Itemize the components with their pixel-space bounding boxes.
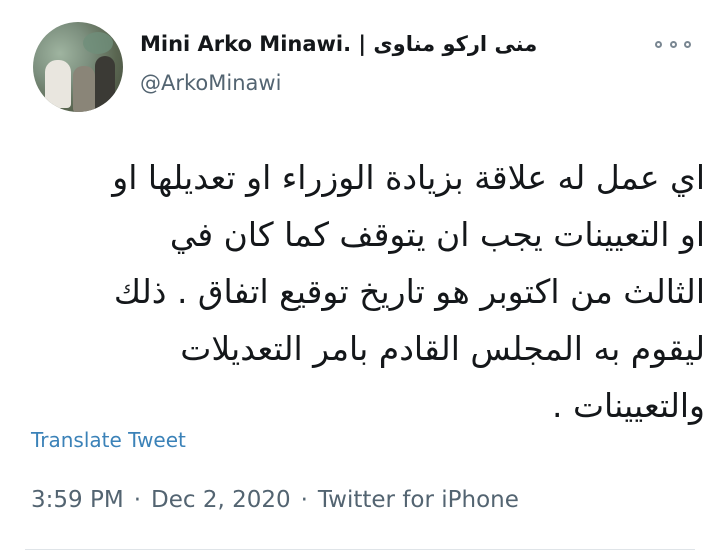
divider — [25, 549, 695, 550]
author-display-name[interactable]: Mini Arko Minawi. | منى اركو مناوى — [140, 32, 537, 56]
tweet-card: Mini Arko Minawi. | منى اركو مناوى @Arko… — [0, 0, 720, 557]
translate-tweet-link[interactable]: Translate Tweet — [31, 428, 186, 452]
tweet-source[interactable]: Twitter for iPhone — [318, 487, 519, 513]
tweet-metadata: 3:59 PM · Dec 2, 2020 · Twitter for iPho… — [31, 487, 519, 513]
tweet-time[interactable]: 3:59 PM — [31, 487, 124, 513]
avatar-background-foliage — [83, 32, 113, 54]
more-options-icon[interactable] — [655, 34, 691, 54]
author-handle[interactable]: @ArkoMinawi — [140, 71, 281, 95]
separator: · — [300, 487, 308, 513]
tweet-date[interactable]: Dec 2, 2020 — [151, 487, 291, 513]
dot — [655, 40, 662, 48]
avatar[interactable] — [33, 22, 123, 112]
avatar-figure — [45, 60, 71, 108]
separator: · — [133, 487, 141, 513]
dot — [684, 40, 691, 48]
avatar-figure — [95, 56, 115, 110]
tweet-text: اي عمل له علاقة بزيادة الوزراء او تعديله… — [112, 158, 705, 425]
dot — [669, 40, 677, 48]
avatar-figure — [73, 66, 95, 112]
